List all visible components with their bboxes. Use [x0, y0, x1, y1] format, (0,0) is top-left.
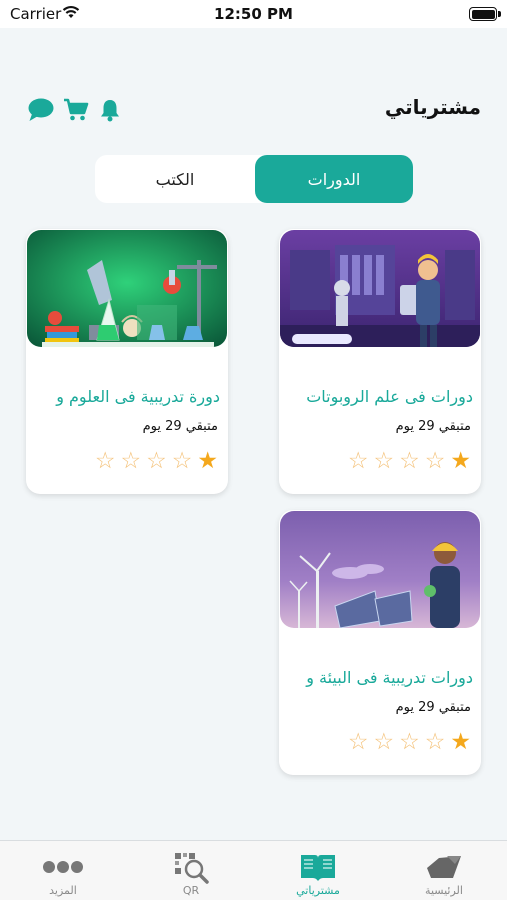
course-card[interactable]: دورات تدريبية فى البيئة و متبقي 29 يوم ★… — [279, 510, 481, 775]
science-lab-illustration — [27, 230, 227, 347]
more-icon — [43, 861, 83, 873]
star-empty-icon: ☆ — [373, 729, 395, 755]
chat-icon[interactable] — [27, 96, 55, 124]
book-icon — [301, 855, 335, 881]
star-filled-icon: ★ — [450, 729, 471, 755]
star-empty-icon: ☆ — [146, 448, 167, 474]
renewable-energy-illustration — [280, 511, 480, 628]
star-empty-icon: ☆ — [171, 448, 193, 474]
robotics-illustration — [280, 230, 480, 347]
page-title: مشترياتي — [384, 95, 481, 119]
battery-icon — [469, 7, 501, 21]
tab-label: QR — [182, 884, 200, 897]
rating-stars: ★ ☆ ☆ ☆ ☆ — [348, 449, 471, 473]
star-empty-icon: ☆ — [399, 729, 420, 755]
star-empty-icon: ☆ — [347, 729, 369, 755]
tab-label: مشترياتي — [296, 884, 340, 897]
rating-stars: ★ ☆ ☆ ☆ ☆ — [95, 449, 218, 473]
cart-icon[interactable] — [62, 96, 90, 124]
remaining-days: متبقي 29 يوم — [142, 419, 218, 434]
bell-icon[interactable] — [96, 96, 124, 124]
star-empty-icon: ☆ — [399, 448, 420, 474]
course-title: دورات تدريبية فى البيئة و — [306, 668, 473, 687]
tab-purchases[interactable]: مشترياتي — [255, 841, 381, 900]
star-empty-icon: ☆ — [424, 729, 446, 755]
star-empty-icon: ☆ — [347, 448, 369, 474]
star-empty-icon: ☆ — [373, 448, 395, 474]
tab-label: المزيد — [49, 884, 77, 897]
remaining-days: متبقي 29 يوم — [395, 700, 471, 715]
star-filled-icon: ★ — [450, 448, 471, 474]
course-card[interactable]: دورات فى علم الروبوتات متبقي 29 يوم ★ ☆ ☆ ☆… — [279, 229, 481, 494]
star-empty-icon: ☆ — [120, 448, 142, 474]
tab-qr[interactable]: QR — [128, 841, 254, 900]
tab-courses[interactable]: الدورات — [255, 155, 413, 203]
tab-bar: الرئيسية مشترياتي QR المزيد — [0, 840, 507, 900]
home-icon — [427, 856, 461, 878]
course-title: دورة تدريبية فى العلوم و — [56, 387, 220, 406]
clock: 12:50 PM — [214, 5, 293, 23]
tab-books[interactable]: الكتب — [95, 155, 255, 203]
star-empty-icon: ☆ — [424, 448, 446, 474]
qr-scan-icon — [175, 853, 209, 884]
remaining-days: متبقي 29 يوم — [395, 419, 471, 434]
tab-home[interactable]: الرئيسية — [381, 841, 507, 900]
rating-stars: ★ ☆ ☆ ☆ ☆ — [348, 730, 471, 754]
segmented-control: الكتب الدورات — [95, 155, 413, 203]
tab-more[interactable]: المزيد — [0, 841, 126, 900]
course-title: دورات فى علم الروبوتات — [306, 387, 473, 406]
course-card[interactable]: دورة تدريبية فى العلوم و متبقي 29 يوم ★ ☆… — [26, 229, 228, 494]
status-bar: Carrier 12:50 PM — [0, 0, 507, 28]
star-empty-icon: ☆ — [94, 448, 116, 474]
tab-label: الرئيسية — [425, 884, 463, 897]
star-filled-icon: ★ — [197, 448, 218, 474]
